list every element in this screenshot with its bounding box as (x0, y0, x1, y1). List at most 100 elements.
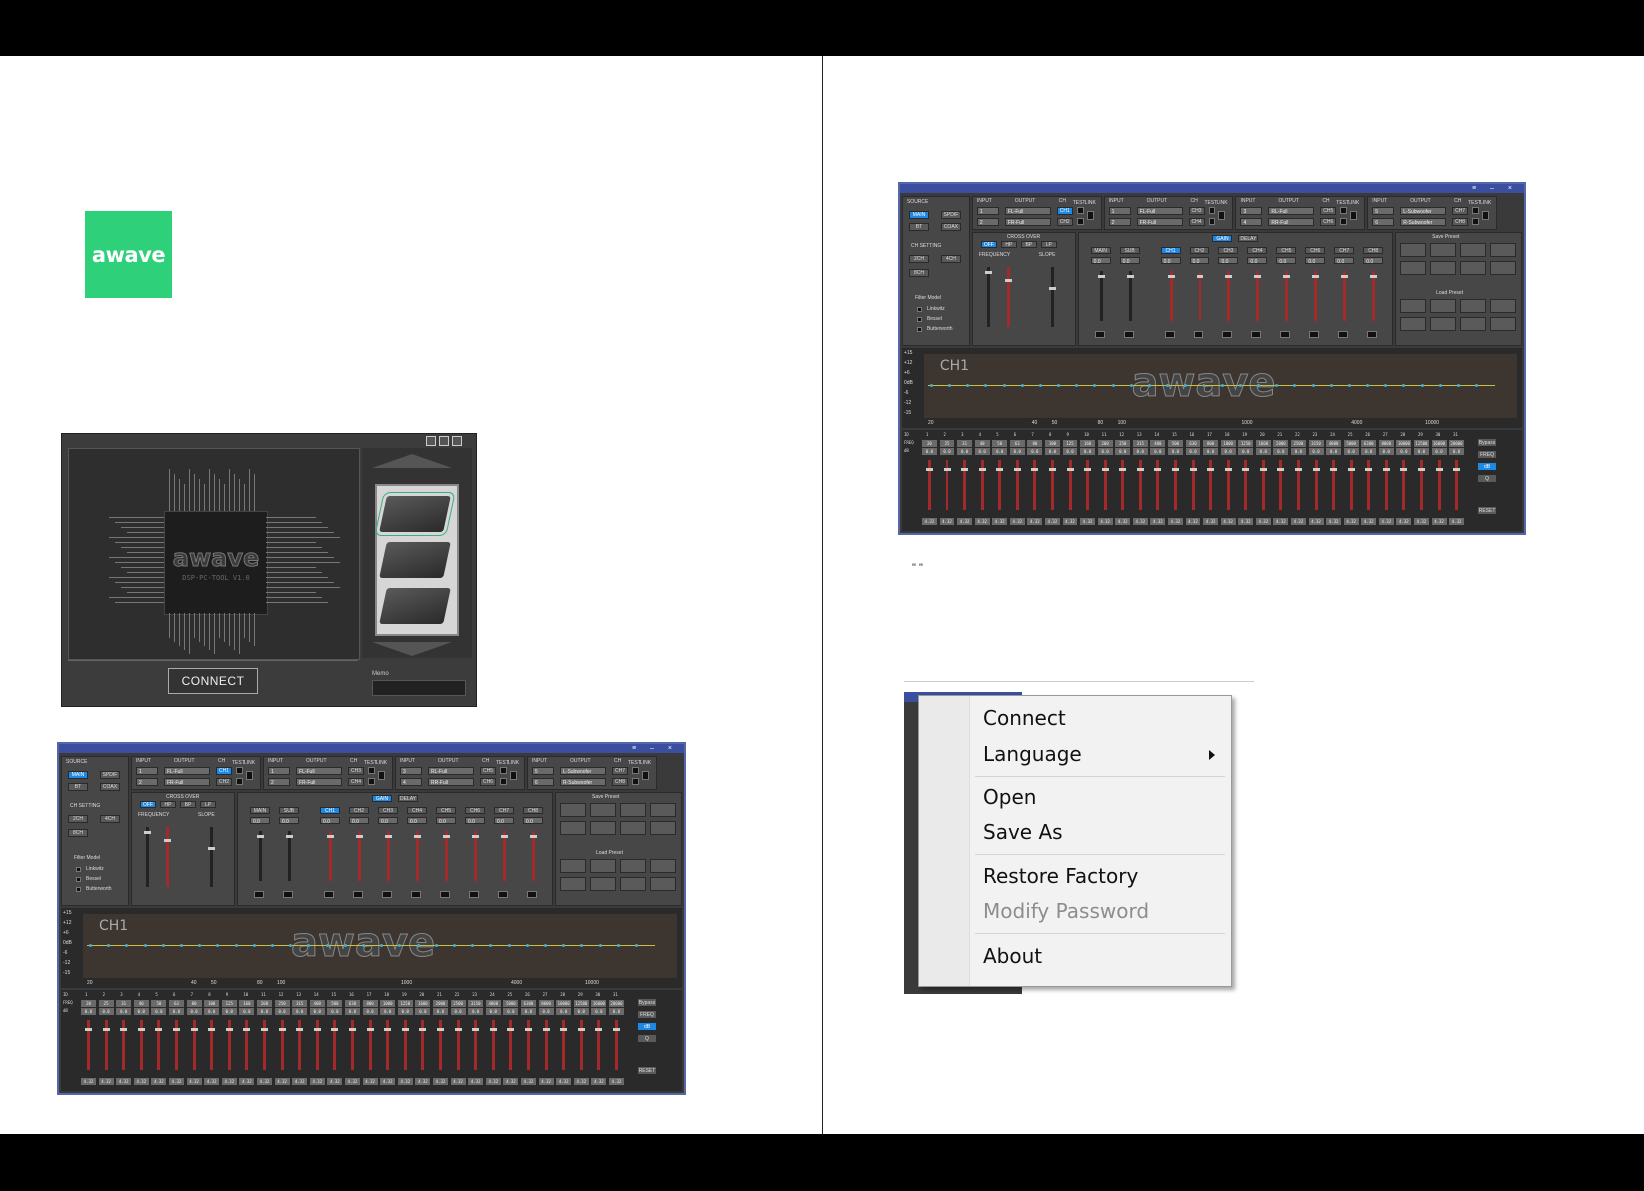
connect-button[interactable]: CONNECT (168, 668, 258, 694)
eq-band-db[interactable]: 0.0 (1062, 448, 1078, 455)
eq-band-q[interactable]: 4.32 (1431, 518, 1447, 525)
link-checkbox[interactable] (510, 771, 517, 780)
eq-band-db[interactable]: 0.0 (1132, 448, 1148, 455)
channel-button[interactable]: CH8 (1452, 218, 1469, 226)
fader-knob[interactable] (1167, 275, 1175, 278)
load-preset-slot[interactable] (650, 877, 676, 891)
crossover-fader[interactable] (1006, 267, 1010, 327)
crossover-mode-button[interactable]: BP (1020, 241, 1037, 248)
mute-icon[interactable] (1094, 331, 1105, 338)
channel-gain-fader[interactable] (1169, 271, 1173, 321)
eq-band-freq[interactable]: 31 (116, 1000, 132, 1007)
test-checkbox[interactable] (368, 778, 375, 785)
menu-item-save-as[interactable]: Save As (983, 820, 1063, 844)
eq-band-freq[interactable]: 100 (204, 1000, 220, 1007)
eq-band-db[interactable]: 0.0 (1027, 448, 1043, 455)
fader-knob[interactable] (961, 468, 969, 471)
eq-band-q[interactable]: 4.32 (433, 1078, 448, 1085)
fader-knob[interactable] (1189, 468, 1197, 471)
eq-band-db[interactable]: 0.0 (151, 1008, 167, 1015)
eq-band-freq[interactable]: 630 (1185, 440, 1201, 447)
eq-band-db[interactable]: 0.0 (1396, 448, 1412, 455)
fader-knob[interactable] (385, 835, 392, 838)
eq-point[interactable] (343, 944, 347, 947)
eq-band-freq[interactable]: 630 (345, 1000, 360, 1007)
eq-band-q[interactable]: 4.32 (327, 1078, 343, 1085)
menu-item-restore-factory[interactable]: Restore Factory (983, 864, 1138, 888)
scroll-down-icon[interactable] (372, 642, 452, 656)
eq-band-freq[interactable]: 63 (169, 1000, 184, 1007)
eq-band-freq[interactable]: 40 (133, 1000, 149, 1007)
eq-point[interactable] (1129, 384, 1133, 387)
filter-radio[interactable] (916, 317, 922, 322)
eq-band-db[interactable]: 0.0 (450, 1008, 466, 1015)
eq-band-freq[interactable]: 400 (309, 1000, 325, 1007)
mute-icon[interactable] (254, 891, 264, 898)
fader-knob[interactable] (489, 1028, 497, 1031)
eq-band-db[interactable]: 0.0 (1255, 448, 1271, 455)
fader-knob[interactable] (208, 1028, 216, 1031)
fader-knob[interactable] (501, 835, 508, 838)
eq-band-q[interactable]: 4.32 (239, 1078, 255, 1085)
mute-icon[interactable] (527, 891, 537, 898)
fader-knob[interactable] (155, 1028, 163, 1031)
eq-band-db[interactable]: 0.0 (573, 1008, 589, 1015)
link-checkbox[interactable] (1350, 211, 1358, 220)
load-preset-slot[interactable] (650, 859, 676, 873)
fader-knob[interactable] (144, 831, 151, 834)
eq-band-db[interactable]: 0.0 (433, 1008, 448, 1015)
load-preset-slot[interactable] (1400, 299, 1427, 313)
eq-band-freq[interactable]: 160 (239, 1000, 255, 1007)
eq-band-freq[interactable]: 80 (186, 1000, 202, 1007)
fader-knob[interactable] (278, 1028, 286, 1031)
fader-knob[interactable] (384, 1028, 392, 1031)
eq-point[interactable] (1366, 384, 1370, 387)
eq-point[interactable] (1311, 384, 1315, 387)
eq-band-q[interactable]: 4.32 (274, 1078, 290, 1085)
crossover-mode-button[interactable]: BP (180, 801, 196, 808)
eq-band-freq[interactable]: 200 (257, 1000, 272, 1007)
eq-point[interactable] (598, 944, 602, 947)
mute-icon[interactable] (469, 891, 479, 898)
test-checkbox[interactable] (632, 767, 639, 774)
channel-gain-fader[interactable] (474, 831, 477, 881)
output-select[interactable]: RR-Full (1268, 218, 1315, 226)
eq-band-q[interactable]: 4.32 (974, 518, 990, 525)
eq-band-q[interactable]: 4.32 (1062, 518, 1078, 525)
mute-icon[interactable] (283, 891, 293, 898)
eq-band-q[interactable]: 4.32 (1115, 518, 1131, 525)
channel-gain-button[interactable]: MAIN (250, 807, 270, 814)
fader-knob[interactable] (296, 1028, 304, 1031)
eq-band-db[interactable]: 0.0 (521, 1008, 536, 1015)
eq-band-freq[interactable]: 500 (1167, 440, 1183, 447)
eq-band-db[interactable]: 0.0 (345, 1008, 360, 1015)
test-checkbox[interactable] (1208, 207, 1216, 214)
channel-button[interactable]: CH1 (1056, 207, 1073, 215)
input-select[interactable]: 5 (532, 767, 554, 775)
fader-knob[interactable] (327, 835, 334, 838)
eq-band-db[interactable]: 0.0 (116, 1008, 132, 1015)
save-preset-slot[interactable] (620, 803, 646, 817)
save-preset-slot[interactable] (1460, 243, 1487, 257)
fader-knob[interactable] (1048, 287, 1056, 290)
eq-band-q[interactable]: 4.32 (939, 518, 955, 525)
eq-band-db[interactable]: 0.0 (81, 1008, 96, 1015)
link-checkbox[interactable] (378, 771, 385, 780)
eq-band-q[interactable]: 4.32 (169, 1078, 184, 1085)
ch-8ch-button[interactable]: 8CH (908, 269, 929, 277)
channel-gain-button[interactable]: CH7 (494, 807, 514, 814)
eq-band-db[interactable]: 0.0 (468, 1008, 484, 1015)
output-select[interactable]: L-Subwoofer (1400, 207, 1447, 215)
eq-band-q[interactable]: 4.32 (1150, 518, 1166, 525)
mute-icon[interactable] (1222, 331, 1233, 338)
fader-knob[interactable] (472, 835, 479, 838)
channel-gain-fader[interactable] (288, 831, 291, 881)
channel-gain-button[interactable]: CH2 (1189, 247, 1210, 254)
link-checkbox[interactable] (1482, 211, 1490, 220)
filter-radio[interactable] (916, 327, 922, 332)
channel-button[interactable]: CH1 (216, 767, 232, 775)
fader-knob[interactable] (1277, 468, 1285, 471)
eq-point[interactable] (635, 944, 638, 947)
eq-band-db[interactable]: 0.0 (1431, 448, 1447, 455)
channel-gain-fader[interactable] (1099, 271, 1103, 321)
